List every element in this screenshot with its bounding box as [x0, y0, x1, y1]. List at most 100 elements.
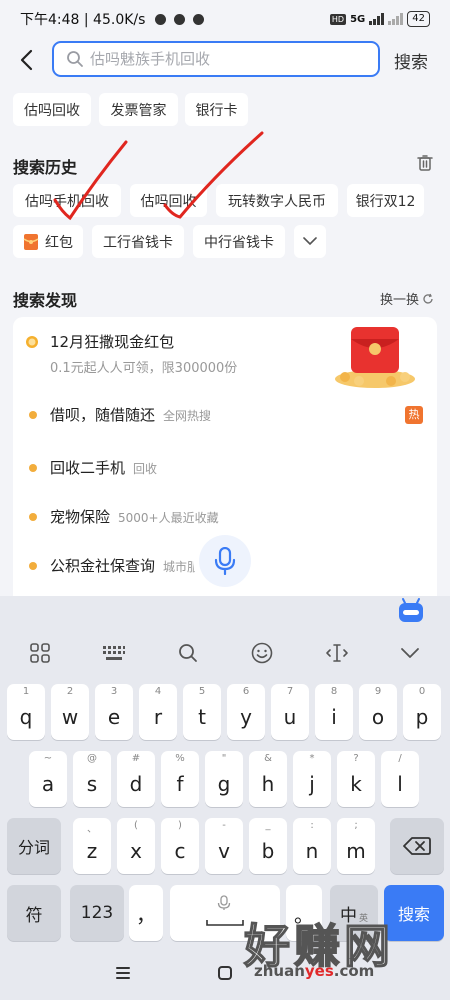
key-label: y: [240, 705, 252, 729]
key-label: m: [346, 839, 366, 863]
key-v[interactable]: -v: [205, 818, 243, 874]
key-e[interactable]: 3e: [95, 684, 133, 740]
app-grid-icon[interactable]: [27, 640, 53, 666]
key-alt-label: 4: [154, 686, 162, 697]
key-alt-label: 、: [87, 824, 97, 835]
key-label: q: [19, 705, 33, 729]
key-label: d: [129, 772, 143, 796]
history-chip[interactable]: 中行省钱卡: [193, 225, 285, 258]
search-icon: [67, 51, 83, 67]
collapse-keyboard-icon[interactable]: [397, 640, 423, 666]
key-g[interactable]: " g: [205, 751, 243, 807]
status-bar: 下午4:48 | 45.0K/s HD 5G 42: [0, 0, 450, 38]
notification-icon: [155, 13, 167, 25]
quick-chip[interactable]: 估吗回收: [13, 93, 91, 126]
key-d[interactable]: # d: [117, 751, 155, 807]
discover-item-tag: 回收: [133, 462, 158, 476]
key-label: g: [217, 772, 231, 796]
key-c[interactable]: ) c: [161, 818, 199, 874]
cursor-move-icon[interactable]: [324, 640, 350, 666]
featured-item[interactable]: 12月狂撒现金红包 0.1元起人人可领，限300000份: [13, 327, 437, 391]
search-button[interactable]: 搜索: [394, 48, 428, 73]
discover-item-tag: 5000+人最近收藏: [118, 511, 219, 525]
microphone-icon: [214, 547, 236, 575]
search-input[interactable]: [90, 50, 350, 68]
discover-item-title: 回收二手机: [50, 459, 126, 477]
discover-item-title: 宠物保险: [50, 508, 111, 526]
key-m[interactable]: ; m: [337, 818, 375, 874]
key-alt-label: 2: [66, 686, 74, 697]
comma-key[interactable]: ，: [129, 885, 163, 941]
search-field[interactable]: [52, 41, 380, 77]
trash-icon[interactable]: [417, 154, 433, 172]
status-time-speed: 下午4:48 | 45.0K/s: [20, 12, 146, 28]
emoji-icon[interactable]: [249, 640, 275, 666]
discover-title: 搜索发现: [13, 291, 78, 310]
key-alt-label: ): [178, 820, 182, 831]
featured-title: 12月狂撒现金红包: [50, 333, 175, 351]
notification-icon: [193, 13, 205, 25]
discover-item-tag: 全网热搜: [163, 409, 212, 423]
key-b[interactable]: _ b: [249, 818, 287, 874]
history-chip[interactable]: 估吗手机回收: [13, 184, 121, 217]
discover-item-tag: 城市服: [163, 560, 200, 574]
home-icon[interactable]: [218, 966, 232, 980]
key-x[interactable]: (x: [117, 818, 155, 874]
key-f[interactable]: % f: [161, 751, 199, 807]
refresh-button[interactable]: 换一换: [380, 289, 434, 308]
back-arrow-icon: [20, 49, 33, 71]
key-alt-label: 7: [286, 686, 294, 697]
key-l[interactable]: / l: [381, 751, 419, 807]
voice-search-button[interactable]: [199, 535, 251, 587]
key-o[interactable]: 9o: [359, 684, 397, 740]
refresh-icon: [423, 293, 433, 304]
quick-chip[interactable]: 发票管家: [99, 93, 178, 126]
history-chip[interactable]: 估吗回收: [130, 184, 207, 217]
key-p[interactable]: 0p: [403, 684, 441, 740]
quick-chip[interactable]: 银行卡: [185, 93, 248, 126]
key-j[interactable]: * j: [293, 751, 331, 807]
key-z[interactable]: 、 z: [73, 818, 111, 874]
key-q[interactable]: 1q: [7, 684, 45, 740]
red-packet-icon: [23, 233, 39, 250]
key-h[interactable]: & h: [249, 751, 287, 807]
bullet-dot: [29, 411, 37, 419]
bullet-dot: [29, 562, 37, 570]
key-w[interactable]: 2w: [51, 684, 89, 740]
back-button[interactable]: [4, 40, 48, 80]
key-label: x: [130, 839, 142, 863]
menu-icon[interactable]: [116, 967, 130, 979]
key-u[interactable]: 7u: [271, 684, 309, 740]
symbol-key[interactable]: 符: [7, 885, 61, 941]
key-alt-label: 3: [110, 686, 118, 697]
history-chip[interactable]: 玩转数字人民币: [216, 184, 338, 217]
keyboard-layout-icon[interactable]: [101, 640, 127, 666]
chevron-down-icon: [303, 237, 317, 246]
key-k[interactable]: ? k: [337, 751, 375, 807]
backspace-key[interactable]: [390, 818, 444, 874]
key-y[interactable]: 6y: [227, 684, 265, 740]
key-label: j: [309, 772, 315, 796]
key-alt-label: (: [134, 820, 138, 831]
refresh-label: 换一换: [380, 293, 420, 308]
history-chip[interactable]: 工行省钱卡: [92, 225, 184, 258]
key-label: h: [261, 772, 275, 796]
microphone-icon: [217, 895, 231, 910]
key-t[interactable]: 5t: [183, 684, 221, 740]
key-a[interactable]: ~ a: [29, 751, 67, 807]
key-alt-label: _: [265, 820, 271, 831]
expand-history-button[interactable]: [294, 225, 326, 258]
history-chip[interactable]: 银行双12: [347, 184, 424, 217]
number-key[interactable]: 123: [70, 885, 124, 941]
keyboard-mascot-icon[interactable]: [397, 598, 425, 624]
key-s[interactable]: @ s: [73, 751, 111, 807]
key-label: e: [107, 705, 121, 729]
key-n[interactable]: :n: [293, 818, 331, 874]
key-label: b: [261, 839, 275, 863]
key-r[interactable]: 4r: [139, 684, 177, 740]
key-alt-label: 8: [330, 686, 338, 697]
search-icon[interactable]: [175, 640, 201, 666]
key-i[interactable]: 8i: [315, 684, 353, 740]
fenci-key[interactable]: 分词: [7, 818, 61, 874]
history-chip[interactable]: 红包: [13, 225, 83, 258]
